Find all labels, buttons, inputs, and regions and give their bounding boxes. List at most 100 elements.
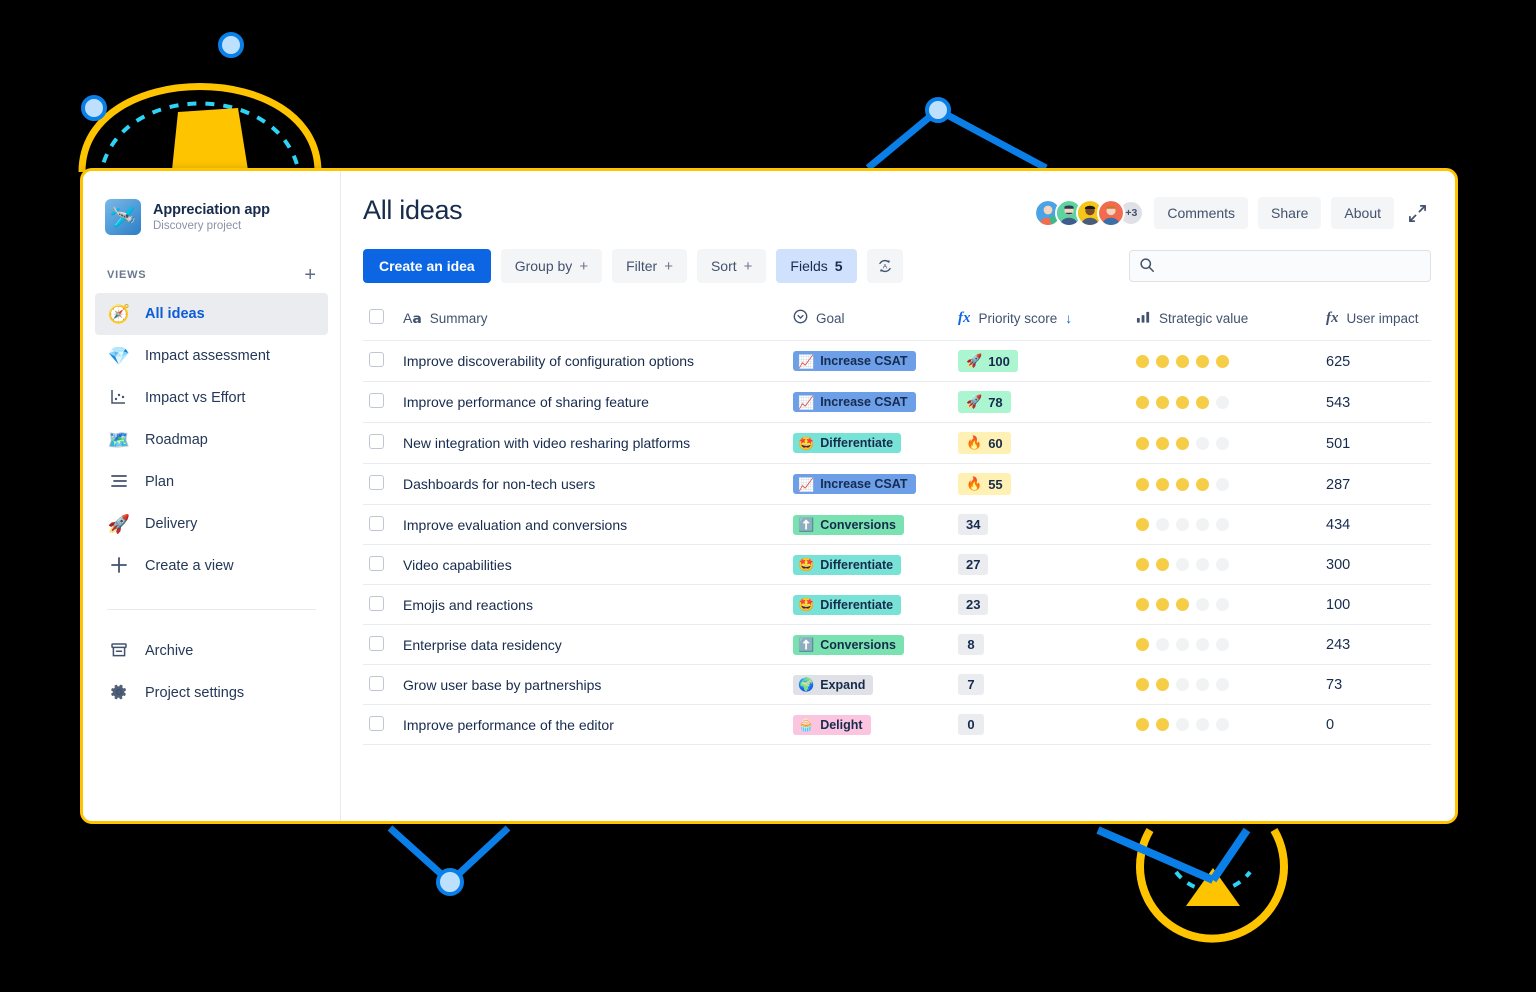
row-select-cell[interactable]	[363, 463, 397, 505]
cell-priority-score[interactable]: 34	[952, 504, 1130, 545]
cell-summary[interactable]: Improve evaluation and conversions	[397, 504, 787, 545]
cell-user-impact[interactable]: 243	[1320, 624, 1431, 665]
table-row[interactable]: Improve performance of the editor 🧁 Deligh…	[363, 704, 1431, 745]
create-an-idea-button[interactable]: Create an idea	[363, 249, 491, 283]
cell-summary[interactable]: Improve performance of sharing feature	[397, 381, 787, 423]
sort-button[interactable]: Sort +	[696, 249, 767, 283]
search-input[interactable]	[1129, 250, 1431, 282]
row-select-cell[interactable]	[363, 381, 397, 423]
cell-goal[interactable]: ⬆️ Conversions	[787, 504, 952, 545]
cell-summary[interactable]: New integration with video resharing pla…	[397, 422, 787, 464]
sidebar-item-all-ideas[interactable]: 🧭 All ideas	[95, 293, 328, 335]
row-select-cell[interactable]	[363, 704, 397, 745]
column-header-user-impact[interactable]: fx User impact	[1320, 299, 1431, 341]
row-select-cell[interactable]	[363, 544, 397, 585]
cell-goal[interactable]: 📈 Increase CSAT	[787, 340, 952, 382]
avatar-group[interactable]: +3	[1034, 199, 1145, 227]
table-row[interactable]: Emojis and reactions 🤩 Differentiate 23 100	[363, 584, 1431, 625]
fields-button[interactable]: Fields 5	[776, 249, 857, 283]
row-checkbox[interactable]	[369, 595, 384, 611]
row-checkbox[interactable]	[369, 635, 384, 651]
cell-goal[interactable]: 📈 Increase CSAT	[787, 463, 952, 505]
cell-priority-score[interactable]: 0	[952, 704, 1130, 745]
select-all-header[interactable]	[363, 299, 397, 341]
sidebar-item-create-a-view[interactable]: Create a view	[95, 545, 328, 587]
row-checkbox[interactable]	[369, 352, 384, 367]
cell-priority-score[interactable]: 27	[952, 544, 1130, 585]
row-select-cell[interactable]	[363, 664, 397, 705]
row-checkbox[interactable]	[369, 475, 384, 490]
sidebar-item-plan[interactable]: Plan	[95, 461, 328, 503]
row-checkbox[interactable]	[369, 555, 384, 571]
cell-strategic-value[interactable]	[1130, 544, 1320, 585]
auto-sync-icon[interactable]: A	[866, 249, 903, 283]
row-checkbox[interactable]	[369, 515, 384, 531]
column-header-summary[interactable]: A𝗮 Summary	[397, 299, 787, 341]
table-row[interactable]: Enterprise data residency ⬆️ Conversions 8 2…	[363, 624, 1431, 665]
table-row[interactable]: Video capabilities 🤩 Differentiate 27 300	[363, 544, 1431, 585]
cell-priority-score[interactable]: 🚀 100	[952, 340, 1130, 382]
cell-goal[interactable]: ⬆️ Conversions	[787, 624, 952, 665]
column-header-strategic-value[interactable]: Strategic value	[1130, 299, 1320, 341]
row-select-cell[interactable]	[363, 584, 397, 625]
table-row[interactable]: Improve discoverability of configuration…	[363, 340, 1431, 382]
cell-goal[interactable]: 🤩 Differentiate	[787, 584, 952, 625]
cell-priority-score[interactable]: 🔥 60	[952, 422, 1130, 464]
cell-strategic-value[interactable]	[1130, 504, 1320, 545]
cell-strategic-value[interactable]	[1130, 704, 1320, 745]
table-row[interactable]: Improve evaluation and conversions ⬆️ Conv…	[363, 504, 1431, 545]
select-all-checkbox[interactable]	[369, 309, 384, 324]
row-checkbox[interactable]	[369, 393, 384, 408]
cell-summary[interactable]: Emojis and reactions	[397, 584, 787, 625]
cell-strategic-value[interactable]	[1130, 340, 1320, 382]
about-button[interactable]: About	[1331, 197, 1394, 229]
cell-user-impact[interactable]: 543	[1320, 381, 1431, 423]
sidebar-item-impact-assessment[interactable]: 💎 Impact assessment	[95, 335, 328, 377]
cell-goal[interactable]: 🧁 Delight	[787, 704, 952, 745]
cell-summary[interactable]: Improve discoverability of configuration…	[397, 340, 787, 382]
cell-strategic-value[interactable]	[1130, 381, 1320, 423]
cell-user-impact[interactable]: 0	[1320, 704, 1431, 745]
cell-strategic-value[interactable]	[1130, 664, 1320, 705]
cell-user-impact[interactable]: 287	[1320, 463, 1431, 505]
row-checkbox[interactable]	[369, 715, 384, 731]
cell-user-impact[interactable]: 100	[1320, 584, 1431, 625]
cell-strategic-value[interactable]	[1130, 422, 1320, 464]
avatar[interactable]	[1097, 199, 1126, 227]
row-checkbox[interactable]	[369, 434, 384, 449]
cell-user-impact[interactable]: 501	[1320, 422, 1431, 464]
sidebar-item-archive[interactable]: Archive	[95, 630, 328, 672]
row-select-cell[interactable]	[363, 504, 397, 545]
cell-summary[interactable]: Enterprise data residency	[397, 624, 787, 665]
table-row[interactable]: Grow user base by partnerships 🌍 Expand 7 73	[363, 664, 1431, 705]
column-header-priority-score[interactable]: fx Priority score ↓	[952, 299, 1130, 341]
cell-user-impact[interactable]: 300	[1320, 544, 1431, 585]
cell-strategic-value[interactable]	[1130, 584, 1320, 625]
cell-user-impact[interactable]: 625	[1320, 340, 1431, 382]
group-by-button[interactable]: Group by +	[500, 249, 603, 283]
table-row[interactable]: New integration with video resharing pla…	[363, 422, 1431, 464]
cell-strategic-value[interactable]	[1130, 624, 1320, 665]
sidebar-item-roadmap[interactable]: 🗺️ Roadmap	[95, 419, 328, 461]
cell-goal[interactable]: 🤩 Differentiate	[787, 422, 952, 464]
cell-strategic-value[interactable]	[1130, 463, 1320, 505]
cell-priority-score[interactable]: 23	[952, 584, 1130, 625]
cell-goal[interactable]: 📈 Increase CSAT	[787, 381, 952, 423]
table-row[interactable]: Dashboards for non-tech users 📈 Increase C…	[363, 463, 1431, 505]
expand-diagonal-icon[interactable]	[1404, 198, 1431, 229]
sidebar-item-impact-vs-effort[interactable]: Impact vs Effort	[95, 377, 328, 419]
cell-summary[interactable]: Improve performance of the editor	[397, 704, 787, 745]
row-select-cell[interactable]	[363, 624, 397, 665]
cell-user-impact[interactable]: 73	[1320, 664, 1431, 705]
table-row[interactable]: Improve performance of sharing feature 📈 I…	[363, 381, 1431, 423]
project-header[interactable]: 🛩️ Appreciation app Discovery project	[83, 191, 340, 235]
cell-summary[interactable]: Grow user base by partnerships	[397, 664, 787, 705]
comments-button[interactable]: Comments	[1154, 197, 1249, 229]
column-header-goal[interactable]: Goal	[787, 299, 952, 341]
row-checkbox[interactable]	[369, 675, 384, 691]
cell-goal[interactable]: 🌍 Expand	[787, 664, 952, 705]
cell-priority-score[interactable]: 8	[952, 624, 1130, 665]
add-view-icon[interactable]: +	[304, 265, 316, 285]
row-select-cell[interactable]	[363, 340, 397, 382]
cell-priority-score[interactable]: 7	[952, 664, 1130, 705]
